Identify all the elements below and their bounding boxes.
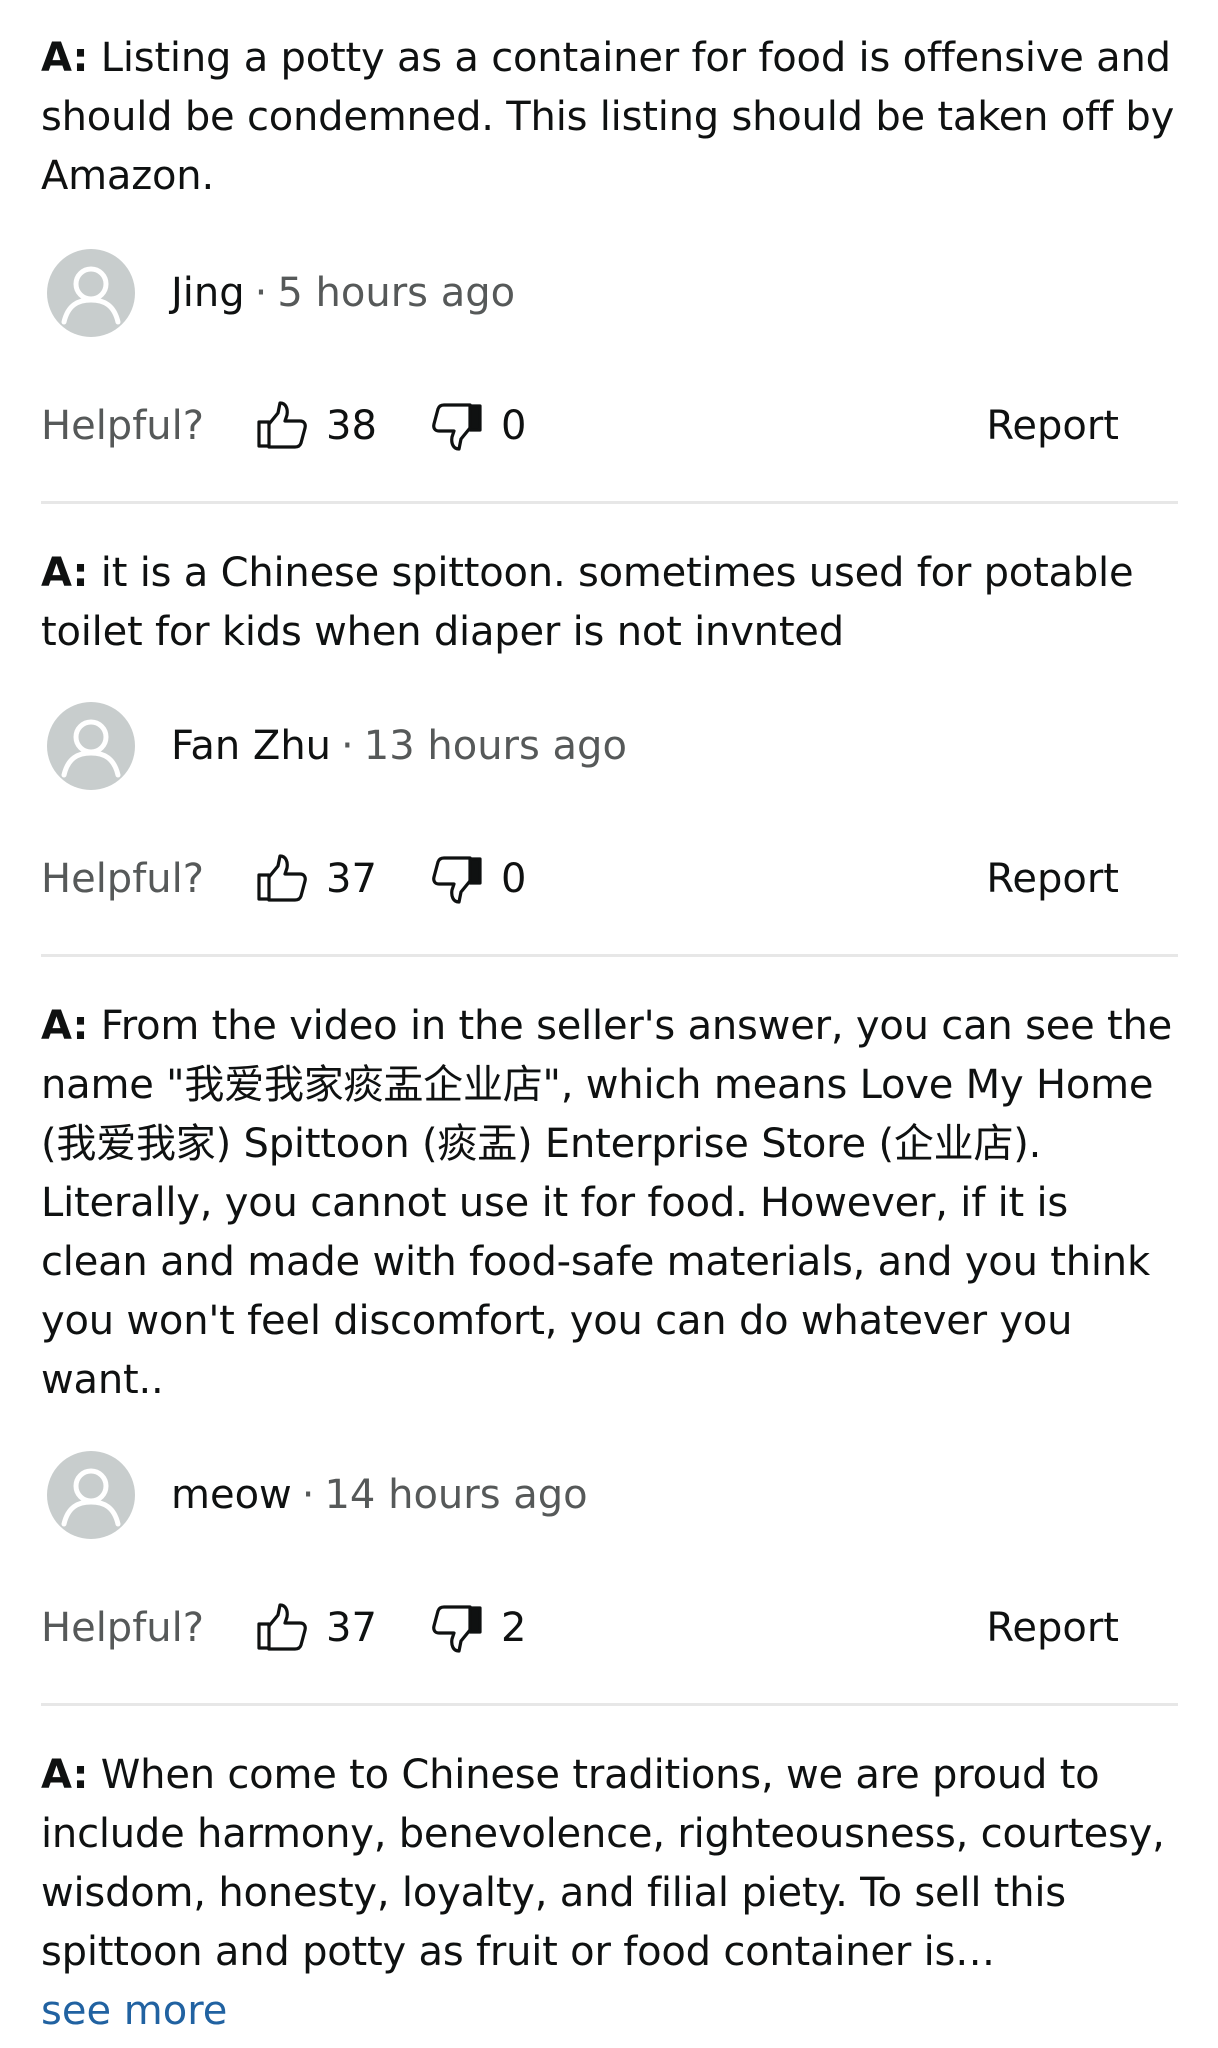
answer-body: From the video in the seller's answer, y… — [41, 1003, 1173, 1403]
answer-body: it is a Chinese spittoon. sometimes used… — [41, 550, 1134, 655]
answer-text: A: From the video in the seller's answer… — [41, 997, 1181, 1410]
answer-block: A: Listing a potty as a container for fo… — [41, 29, 1181, 206]
thumbs-up-icon — [256, 400, 308, 452]
author-separator: · — [301, 1472, 315, 1518]
upvote-count: 38 — [326, 403, 377, 449]
default-user-avatar-icon[interactable] — [47, 249, 135, 337]
author-row: Jing · 5 hours ago — [47, 248, 515, 338]
upvote-button[interactable]: 37 — [256, 1602, 431, 1654]
answer-text: A: it is a Chinese spittoon. sometimes u… — [41, 544, 1181, 662]
answer-block: A: When come to Chinese traditions, we a… — [41, 1746, 1181, 2041]
author-row: meow · 14 hours ago — [47, 1450, 588, 1540]
answer-block: A: From the video in the seller's answer… — [41, 997, 1181, 1410]
downvote-count: 0 — [501, 856, 527, 902]
default-user-avatar-icon[interactable] — [47, 1451, 135, 1539]
downvote-button[interactable]: 2 — [431, 1602, 526, 1654]
downvote-count: 0 — [501, 403, 527, 449]
divider — [41, 954, 1178, 957]
helpful-row: Helpful? 37 2 Report — [41, 1598, 1121, 1658]
upvote-button[interactable]: 37 — [256, 853, 431, 905]
upvote-count: 37 — [326, 856, 377, 902]
answer-text: A: Listing a potty as a container for fo… — [41, 29, 1181, 206]
answer-prefix: A: — [41, 1752, 89, 1798]
author-name[interactable]: Jing — [171, 270, 245, 316]
answer-prefix: A: — [41, 1003, 89, 1049]
thumbs-down-icon — [431, 853, 483, 905]
thumbs-up-icon — [256, 853, 308, 905]
divider — [41, 1703, 1178, 1706]
answer-block: A: it is a Chinese spittoon. sometimes u… — [41, 544, 1181, 662]
thumbs-up-icon — [256, 1602, 308, 1654]
downvote-count: 2 — [501, 1605, 527, 1651]
author-name[interactable]: Fan Zhu — [171, 723, 331, 769]
downvote-button[interactable]: 0 — [431, 400, 526, 452]
thumbs-down-icon — [431, 1602, 483, 1654]
divider — [41, 501, 1178, 504]
answer-prefix: A: — [41, 35, 89, 81]
upvote-button[interactable]: 38 — [256, 400, 431, 452]
answer-text: A: When come to Chinese traditions, we a… — [41, 1746, 1181, 1982]
report-link[interactable]: Report — [986, 856, 1119, 902]
helpful-row: Helpful? 37 0 Report — [41, 849, 1121, 909]
author-name[interactable]: meow — [171, 1472, 292, 1518]
downvote-button[interactable]: 0 — [431, 853, 526, 905]
default-user-avatar-icon[interactable] — [47, 702, 135, 790]
author-separator: · — [254, 270, 268, 316]
helpful-label: Helpful? — [41, 856, 204, 902]
helpful-label: Helpful? — [41, 1605, 204, 1651]
answer-body: When come to Chinese traditions, we are … — [41, 1752, 1165, 1975]
report-link[interactable]: Report — [986, 1605, 1119, 1651]
answer-prefix: A: — [41, 550, 89, 596]
answer-timestamp: 14 hours ago — [324, 1472, 588, 1518]
author-row: Fan Zhu · 13 hours ago — [47, 701, 627, 791]
author-separator: · — [341, 723, 354, 769]
helpful-label: Helpful? — [41, 403, 204, 449]
thumbs-down-icon — [431, 400, 483, 452]
upvote-count: 37 — [326, 1605, 377, 1651]
helpful-row: Helpful? 38 0 Report — [41, 396, 1121, 456]
answer-body: Listing a potty as a container for food … — [41, 35, 1175, 199]
answer-timestamp: 13 hours ago — [363, 723, 627, 769]
report-link[interactable]: Report — [986, 403, 1119, 449]
answer-timestamp: 5 hours ago — [277, 270, 516, 316]
see-more-link[interactable]: see more — [41, 1982, 1181, 2041]
